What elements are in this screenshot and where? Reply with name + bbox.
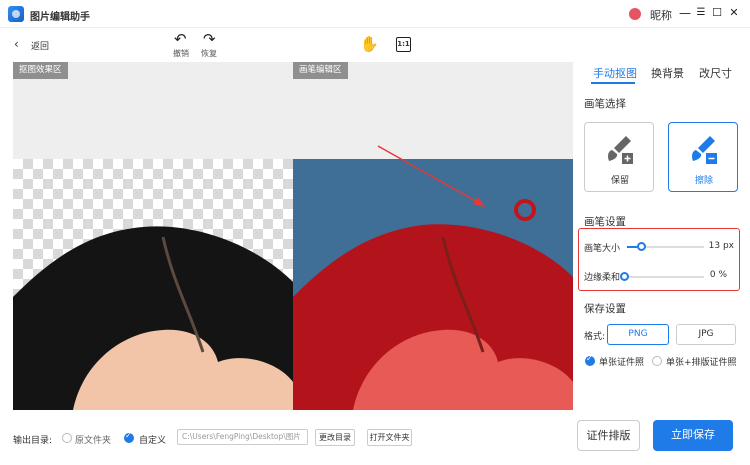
erase-brush-button[interactable]: 擦除 (668, 122, 738, 192)
redo-button[interactable]: 恢复 (201, 48, 217, 59)
brush-size-label: 画笔大小 (584, 244, 621, 254)
edge-softness-value: 0 % (709, 270, 727, 280)
tab-manual-cutout[interactable]: 手动抠图 (593, 65, 637, 81)
close-button[interactable]: ✕ (727, 5, 741, 21)
single-photo-label[interactable]: 单张证件照 (599, 355, 644, 368)
original-folder-label[interactable]: 原文件夹 (75, 433, 111, 446)
result-panel: 抠图效果区 (13, 62, 293, 410)
keep-brush-label: 保留 (610, 176, 629, 186)
original-folder-radio[interactable] (62, 433, 72, 443)
brush-plus-icon (608, 136, 633, 164)
brush-area-label: 画笔编辑区 (293, 62, 348, 79)
undo-icon[interactable]: ↶ (174, 31, 187, 47)
redo-icon[interactable]: ↷ (203, 31, 216, 47)
edge-softness-slider[interactable] (622, 276, 704, 278)
brush-size-knob[interactable] (637, 242, 646, 251)
brush-size-value: 13 px (708, 241, 734, 251)
menu-button[interactable]: ☰ (694, 5, 708, 21)
save-now-button[interactable]: 立即保存 (653, 420, 733, 451)
save-settings-title: 保存设置 (584, 303, 626, 315)
brush-size-fill (627, 246, 637, 248)
brush-select-title: 画笔选择 (584, 98, 626, 110)
keep-brush-button[interactable]: 保留 (584, 122, 654, 192)
undo-button[interactable]: 撤销 (173, 48, 189, 59)
brush-edit-panel[interactable]: 画笔编辑区 (293, 62, 573, 410)
output-path-input[interactable]: C:\Users\FengPing\Desktop\图片 (177, 429, 308, 445)
custom-folder-radio[interactable] (124, 431, 134, 443)
tab-change-background[interactable]: 换背景 (651, 65, 684, 81)
nickname[interactable]: 昵称 (650, 7, 672, 23)
erase-brush-label: 擦除 (694, 176, 713, 186)
layout-photo-radio[interactable] (652, 356, 662, 366)
custom-folder-label[interactable]: 自定义 (139, 433, 166, 446)
format-jpg-button[interactable]: JPG (676, 324, 736, 345)
format-png-button[interactable]: PNG (607, 324, 669, 345)
id-layout-button[interactable]: 证件排版 (577, 420, 640, 451)
maximize-button[interactable]: ☐ (710, 5, 724, 21)
layout-photo-label[interactable]: 单张+排版证件照 (666, 355, 737, 368)
change-dir-button[interactable]: 更改目录 (315, 429, 355, 446)
hand-tool-icon[interactable]: ✋ (360, 36, 379, 52)
tab-resize[interactable]: 改尺寸 (699, 65, 732, 81)
single-photo-radio[interactable] (585, 354, 595, 366)
minimize-button[interactable]: — (678, 5, 692, 21)
avatar[interactable] (629, 8, 641, 20)
app-title: 图片编辑助手 (30, 12, 90, 23)
app-logo-icon (8, 6, 24, 22)
actual-size-icon[interactable]: 1:1 (396, 37, 411, 52)
open-folder-button[interactable]: 打开文件夹 (367, 429, 412, 446)
format-label: 格式: (584, 332, 606, 342)
tab-active-indicator (591, 82, 635, 84)
brush-settings-title: 画笔设置 (584, 216, 626, 228)
brush-minus-icon (692, 136, 717, 164)
edge-softness-label: 边缘柔和 (584, 273, 621, 283)
output-dir-label: 输出目录: (13, 436, 53, 446)
edge-softness-knob[interactable] (620, 272, 629, 281)
back-arrow-icon[interactable]: ‹ (14, 37, 19, 51)
back-button[interactable]: 返回 (31, 39, 49, 52)
result-area-label: 抠图效果区 (13, 62, 68, 79)
result-photo (13, 226, 293, 410)
brush-edit-canvas[interactable] (293, 62, 573, 410)
